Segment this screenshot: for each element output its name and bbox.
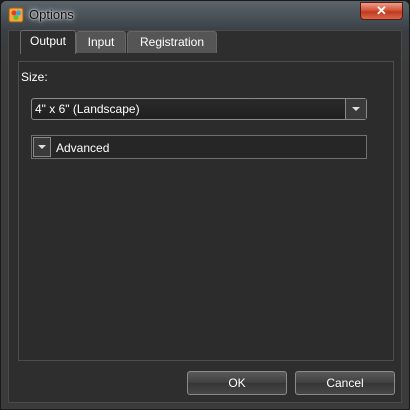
title-bar[interactable]: Options ✕ <box>1 1 409 29</box>
tab-output[interactable]: Output <box>20 30 76 54</box>
dialog-body: Output Input Registration Size: 4" x 6" … <box>8 30 402 403</box>
options-window: Options ✕ Output Input Registration Size… <box>0 0 410 410</box>
size-dropdown-value: 4" x 6" (Landscape) <box>35 102 140 116</box>
cancel-button[interactable]: Cancel <box>295 371 395 395</box>
advanced-expander[interactable]: Advanced <box>31 135 367 159</box>
dropdown-button[interactable] <box>345 99 366 119</box>
tab-output-label: Output <box>29 34 67 48</box>
tab-registration-label: Registration <box>139 35 205 49</box>
cancel-button-label: Cancel <box>326 376 364 390</box>
close-icon: ✕ <box>376 3 387 18</box>
window-title: Options <box>29 7 74 22</box>
close-button[interactable]: ✕ <box>360 2 403 20</box>
size-dropdown[interactable]: 4" x 6" (Landscape) <box>31 98 367 120</box>
expand-icon <box>38 145 46 149</box>
tab-registration[interactable]: Registration <box>127 31 217 53</box>
chevron-down-icon <box>352 107 360 111</box>
ok-button-label: OK <box>228 376 246 390</box>
ok-button[interactable]: OK <box>187 371 287 395</box>
expander-toggle[interactable] <box>33 137 51 157</box>
tab-input-label: Input <box>87 35 115 49</box>
app-icon <box>8 7 24 23</box>
tab-input[interactable]: Input <box>76 31 126 53</box>
advanced-label: Advanced <box>56 141 110 155</box>
size-label: Size: <box>21 70 48 84</box>
